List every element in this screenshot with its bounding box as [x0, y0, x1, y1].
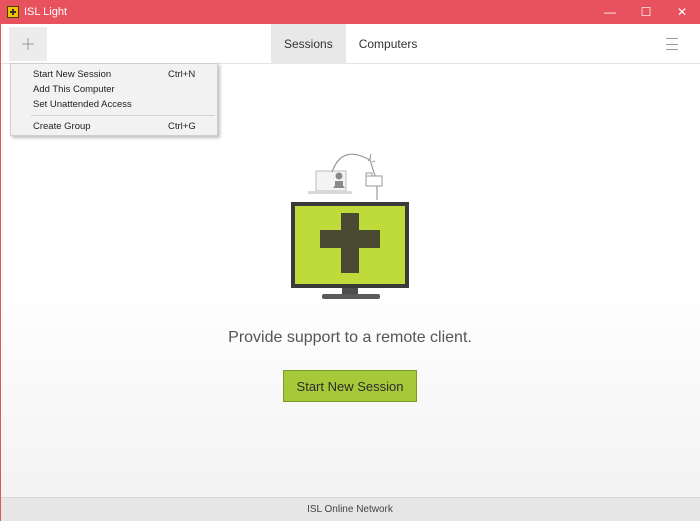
window-controls: — ☐ ✕ [592, 0, 700, 24]
supporter-laptop-icon [308, 170, 352, 194]
menu-separator [31, 115, 215, 116]
menu-item-label: Add This Computer [33, 84, 115, 95]
add-button[interactable] [9, 27, 47, 61]
menu-item-shortcut: Ctrl+N [168, 69, 196, 80]
close-button[interactable]: ✕ [664, 0, 700, 24]
hamburger-icon[interactable] [664, 36, 680, 52]
menu-item-label: Start New Session [33, 69, 112, 80]
menu-item-label: Set Unattended Access [33, 99, 132, 110]
tab-sessions[interactable]: Sessions [271, 24, 346, 64]
menu-item-create-group[interactable]: Create Group Ctrl+G [11, 119, 217, 134]
tab-bar: Sessions Computers [271, 24, 430, 64]
tab-computers[interactable]: Computers [346, 24, 431, 64]
monitor-icon [291, 202, 409, 299]
status-bar: ISL Online Network [0, 497, 700, 521]
start-new-session-button[interactable]: Start New Session [283, 370, 417, 402]
menu-item-add-this-computer[interactable]: Add This Computer [11, 82, 217, 97]
menu-item-shortcut: Ctrl+G [168, 121, 196, 132]
menu-item-set-unattended-access[interactable]: Set Unattended Access [11, 97, 217, 112]
network-status-label[interactable]: ISL Online Network [307, 504, 393, 515]
window-title: ISL Light [24, 6, 68, 18]
window-border [0, 24, 1, 521]
menu-item-label: Create Group [33, 121, 91, 132]
plus-icon [22, 38, 34, 50]
app-logo-icon [7, 6, 19, 18]
remote-support-illustration [291, 153, 409, 299]
toolbar: Sessions Computers [0, 24, 700, 64]
menu-item-start-new-session[interactable]: Start New Session Ctrl+N [11, 67, 217, 82]
minimize-button[interactable]: — [592, 0, 628, 24]
add-menu: Start New Session Ctrl+N Add This Comput… [10, 63, 218, 136]
tagline-text: Provide support to a remote client. [228, 329, 472, 346]
folder-icon [365, 172, 383, 187]
maximize-button[interactable]: ☐ [628, 0, 664, 24]
title-bar: ISL Light — ☐ ✕ [0, 0, 700, 24]
